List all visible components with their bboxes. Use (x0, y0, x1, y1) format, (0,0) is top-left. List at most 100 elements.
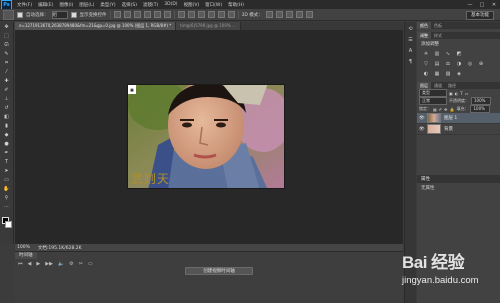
lock-position-icon[interactable]: ✥ (444, 107, 447, 112)
threshold-icon[interactable]: ▨ (445, 71, 451, 77)
3d-rotate-icon[interactable] (265, 11, 273, 18)
curves-icon[interactable]: ∿ (445, 51, 451, 57)
align-hcenter-icon[interactable] (153, 11, 161, 18)
audio-icon[interactable]: 🔈 (58, 261, 64, 267)
blur-tool-icon[interactable]: ◆ (3, 132, 11, 139)
tab-adjustments[interactable]: 调整 (417, 32, 431, 39)
filter-adjust-icon[interactable]: ◐ (455, 91, 459, 96)
3d-slide-icon[interactable] (295, 11, 303, 18)
blend-mode-dropdown[interactable]: 正常 (419, 97, 447, 105)
menu-edit[interactable]: 编辑(E) (35, 2, 56, 8)
tab-channels[interactable]: 通道 (431, 82, 445, 89)
align-bottom-icon[interactable] (133, 11, 141, 18)
history-icon[interactable]: ⟲ (407, 26, 414, 33)
exposure-icon[interactable]: ◩ (456, 51, 462, 57)
gradient-tool-icon[interactable]: ▮ (3, 123, 11, 130)
healing-brush-tool-icon[interactable]: ✚ (3, 78, 11, 85)
vibrance-icon[interactable]: ▽ (423, 61, 429, 67)
paragraph-icon[interactable]: ¶ (407, 59, 414, 66)
settings-icon[interactable]: ⚙ (69, 261, 73, 267)
brightness-icon[interactable]: ☀ (423, 51, 429, 57)
close-icon[interactable]: ✕ (490, 2, 498, 8)
fill-input[interactable]: 100% (470, 105, 491, 113)
distribute-left-icon[interactable] (207, 11, 215, 18)
document-image[interactable]: ◉ 武 则 天 (127, 84, 285, 189)
dodge-tool-icon[interactable]: ● (3, 141, 11, 148)
maximize-icon[interactable]: □ (478, 2, 486, 8)
history-brush-tool-icon[interactable]: ↺ (3, 105, 11, 112)
properties-icon[interactable]: ☰ (407, 37, 414, 44)
brush-tool-icon[interactable]: ✐ (3, 87, 11, 94)
filter-pixel-icon[interactable]: ▣ (449, 91, 453, 96)
visibility-eye-icon[interactable]: 👁 (419, 127, 425, 132)
menu-3d[interactable]: 3D(D) (161, 2, 180, 7)
black-white-icon[interactable]: ◑ (456, 61, 462, 67)
invert-icon[interactable]: ◐ (423, 71, 429, 77)
channel-mixer-icon[interactable]: ⊕ (478, 61, 484, 67)
tab-document-2[interactable]: timg(6)5799.jpg @ 100% ... (176, 22, 241, 30)
menu-view[interactable]: 视图(V) (181, 2, 203, 8)
distribute-top-icon[interactable] (177, 11, 185, 18)
visibility-eye-icon[interactable]: 👁 (419, 116, 425, 121)
transition-icon[interactable]: ▭ (88, 261, 93, 267)
tab-paths[interactable]: 路径 (445, 82, 459, 89)
lasso-tool-icon[interactable]: ᘏ (3, 42, 11, 49)
selective-color-icon[interactable]: ◈ (456, 71, 462, 77)
filter-shape-icon[interactable]: ▭ (465, 91, 469, 96)
3d-scale-icon[interactable] (305, 11, 313, 18)
posterize-icon[interactable]: ▦ (434, 71, 440, 77)
auto-select-checkbox[interactable] (17, 11, 23, 18)
character-icon[interactable]: A (407, 48, 414, 55)
crop-tool-icon[interactable]: ⌗ (3, 60, 11, 67)
minimize-icon[interactable]: — (466, 2, 474, 8)
menu-select[interactable]: 选择(S) (119, 2, 140, 8)
zoom-tool-icon[interactable]: ⚲ (3, 195, 11, 202)
lock-image-icon[interactable]: ✐ (439, 107, 442, 112)
align-left-icon[interactable] (143, 11, 151, 18)
tab-color[interactable]: 颜色 (417, 22, 431, 29)
distribute-hcenter-icon[interactable] (217, 11, 225, 18)
timeline-tab[interactable]: 时间轴 (15, 252, 37, 259)
workspace-dropdown[interactable]: 基本功能 (466, 11, 494, 20)
menu-type[interactable]: 类型(Y) (97, 2, 118, 8)
hue-saturation-icon[interactable]: ▤ (434, 61, 440, 67)
layer-name[interactable]: 背景 (444, 126, 453, 132)
split-icon[interactable]: ✂ (79, 261, 83, 267)
align-right-icon[interactable] (163, 11, 171, 18)
menu-filter[interactable]: 滤镜(T) (140, 2, 161, 8)
eraser-tool-icon[interactable]: ◧ (3, 114, 11, 121)
eyedropper-tool-icon[interactable]: ⁄ (3, 69, 11, 76)
show-transform-checkbox[interactable] (70, 11, 77, 18)
properties-panel-tab[interactable]: 属性 (417, 175, 500, 183)
tab-swatches[interactable]: 色板 (431, 22, 445, 29)
levels-icon[interactable]: ▥ (434, 51, 440, 57)
create-video-timeline-button[interactable]: 创建视频时间轴 (185, 267, 253, 275)
3d-roll-icon[interactable] (275, 11, 283, 18)
next-frame-icon[interactable]: ▶▶ (45, 261, 53, 267)
move-tool-preset-icon[interactable] (3, 9, 14, 20)
layer-name[interactable]: 图层 1 (444, 115, 457, 121)
go-to-first-frame-icon[interactable]: ⏮ (18, 261, 23, 267)
previous-frame-icon[interactable]: ◀ (28, 261, 32, 267)
shape-tool-icon[interactable]: ▭ (3, 177, 11, 184)
layer-row[interactable]: 👁 背景 (417, 124, 500, 135)
layer-kind-filter[interactable]: 类型 (419, 89, 447, 97)
3d-pan-icon[interactable] (285, 11, 293, 18)
align-vcenter-icon[interactable] (123, 11, 131, 18)
hand-tool-icon[interactable]: ✋ (3, 186, 11, 193)
marquee-tool-icon[interactable]: ⬚ (3, 33, 11, 40)
photo-filter-icon[interactable]: ◎ (467, 61, 473, 67)
filter-type-icon[interactable]: T (460, 91, 462, 96)
align-top-icon[interactable] (113, 11, 121, 18)
distribute-vcenter-icon[interactable] (187, 11, 195, 18)
tab-document-1[interactable]: e=1271913670,2638789480&fm=21&gp=0.jpg @… (15, 22, 177, 30)
color-balance-icon[interactable]: ⚖ (445, 61, 451, 67)
clone-stamp-tool-icon[interactable]: ⊥ (3, 96, 11, 103)
quick-select-tool-icon[interactable]: ✎ (3, 51, 11, 58)
zoom-level[interactable]: 100% (17, 245, 30, 250)
tab-layers[interactable]: 图层 (417, 82, 431, 89)
lock-transparent-icon[interactable]: ▦ (433, 107, 437, 112)
background-color-swatch[interactable] (5, 221, 12, 228)
menu-file[interactable]: 文件(F) (14, 2, 35, 8)
auto-select-dropdown[interactable]: 组 (51, 10, 68, 19)
